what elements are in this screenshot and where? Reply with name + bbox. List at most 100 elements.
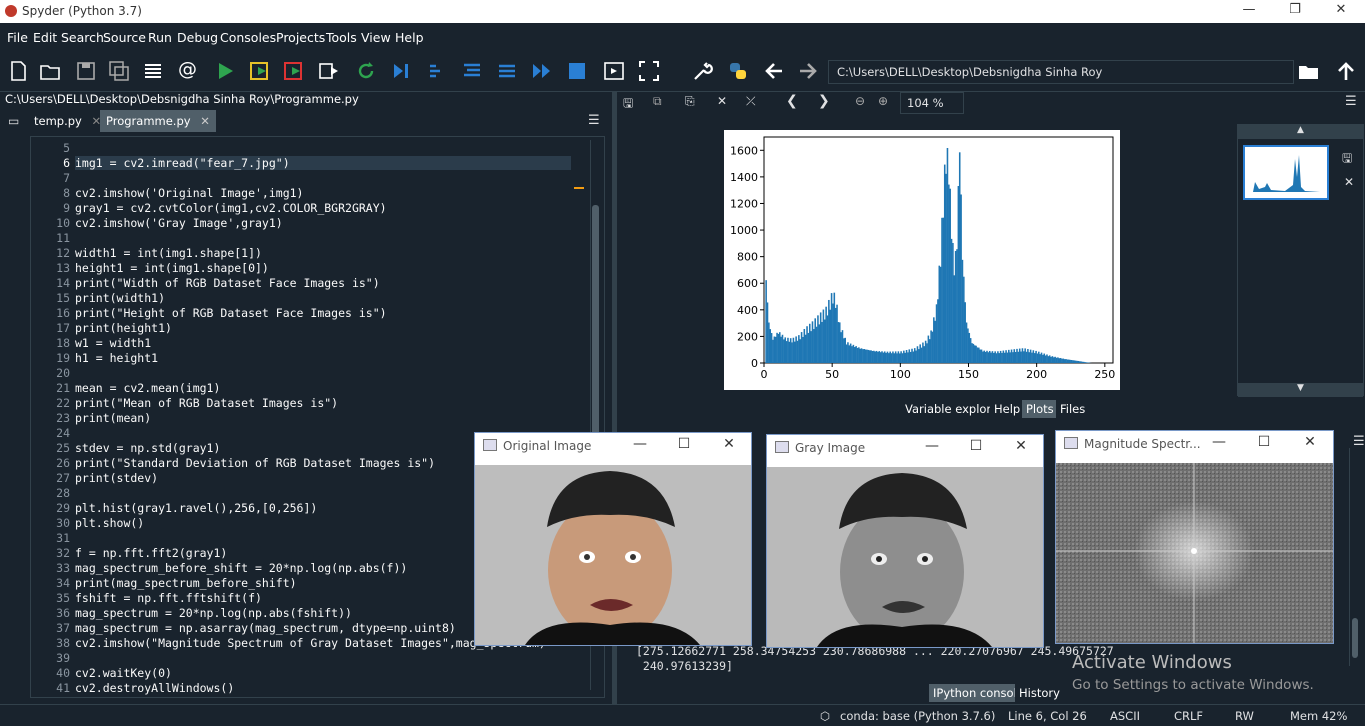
- close-button[interactable]: ✕: [719, 436, 739, 452]
- run-cell-icon[interactable]: [249, 60, 271, 82]
- continue-icon[interactable]: [531, 60, 553, 82]
- code-line: h1 = height1: [75, 351, 159, 365]
- status-permissions: RW: [1235, 709, 1254, 723]
- run-selection-icon[interactable]: [318, 60, 340, 82]
- maximize-button[interactable]: ☐: [674, 436, 694, 452]
- histogram-bar: [864, 349, 867, 363]
- line-number: 41: [56, 681, 70, 695]
- histogram-bar: [984, 351, 987, 363]
- open-folder-icon[interactable]: [39, 60, 61, 82]
- back-arrow-icon[interactable]: [763, 60, 785, 82]
- run-cell-advance-icon[interactable]: [283, 60, 305, 82]
- previous-plot-icon[interactable]: ❮: [786, 93, 798, 109]
- remove-plot-icon[interactable]: ✕: [717, 94, 727, 108]
- line-number: 8: [63, 186, 70, 200]
- save-icon[interactable]: [75, 60, 97, 82]
- scroll-up-icon[interactable]: ▲: [1238, 125, 1363, 139]
- histogram-bar: [1078, 361, 1081, 363]
- editor-options-icon[interactable]: ☰: [588, 113, 600, 128]
- next-plot-icon[interactable]: ❯: [818, 93, 830, 109]
- tab-plots[interactable]: Plots: [1022, 400, 1058, 418]
- new-file-icon[interactable]: [7, 60, 29, 82]
- stop-icon[interactable]: [566, 60, 588, 82]
- tab-files[interactable]: Files: [1056, 400, 1090, 418]
- close-button[interactable]: ✕: [1326, 2, 1356, 20]
- console-options-icon[interactable]: ☰: [1353, 434, 1365, 449]
- histogram-bar: [800, 332, 803, 363]
- menu-run[interactable]: Run: [148, 30, 172, 45]
- working-directory-input[interactable]: C:\Users\DELL\Desktop\Debsnigdha Sinha R…: [828, 60, 1294, 84]
- tab-temp-py[interactable]: temp.py ✕: [28, 110, 108, 132]
- maximize-pane-icon[interactable]: [603, 60, 625, 82]
- histogram-bar: [822, 309, 825, 363]
- step-into-icon[interactable]: [461, 60, 483, 82]
- menu-search[interactable]: Search: [61, 30, 104, 45]
- menu-file[interactable]: File: [7, 30, 28, 45]
- save-all-plots-icon[interactable]: ⧉: [653, 94, 662, 109]
- close-button[interactable]: ✕: [1300, 434, 1320, 450]
- zoom-out-icon[interactable]: ⊖: [855, 94, 865, 108]
- python-path-icon[interactable]: [727, 60, 749, 82]
- tab-help[interactable]: Help: [990, 400, 1025, 418]
- histogram-bar: [999, 350, 1002, 363]
- close-tab-icon[interactable]: ✕: [200, 114, 210, 128]
- magnitude-spectrum-window[interactable]: Magnitude Spectr... — ☐ ✕: [1055, 430, 1334, 644]
- remove-thumbnail-icon[interactable]: ✕: [1344, 175, 1354, 189]
- run-icon[interactable]: [214, 60, 236, 82]
- menu-help[interactable]: Help: [395, 30, 424, 45]
- menu-projects[interactable]: Projects: [276, 30, 325, 45]
- x-tick-label: 250: [1094, 368, 1115, 381]
- menu-consoles[interactable]: Consoles: [220, 30, 276, 45]
- original-image-window[interactable]: Original Image — ☐ ✕: [474, 432, 752, 646]
- plots-options-icon[interactable]: ☰: [1345, 94, 1357, 109]
- gray-image-window[interactable]: Gray Image — ☐ ✕: [766, 434, 1044, 648]
- menu-tools[interactable]: Tools: [326, 30, 357, 45]
- console-scrollbar[interactable]: [1349, 448, 1359, 666]
- menu-source[interactable]: Source: [103, 30, 146, 45]
- menu-view[interactable]: View: [361, 30, 391, 45]
- tab-programme-py[interactable]: Programme.py ✕: [100, 110, 216, 132]
- minimize-button[interactable]: —: [1234, 2, 1264, 20]
- x-tick-label: 200: [1026, 368, 1047, 381]
- at-icon[interactable]: @: [178, 58, 200, 80]
- rerun-icon[interactable]: [355, 60, 377, 82]
- save-thumbnail-icon[interactable]: 🖫: [1342, 149, 1352, 170]
- minimize-button[interactable]: —: [1209, 434, 1229, 450]
- step-icon[interactable]: [426, 60, 448, 82]
- step-return-icon[interactable]: [496, 60, 518, 82]
- maximize-button[interactable]: ☐: [966, 438, 986, 454]
- histogram-bar: [980, 349, 983, 363]
- menu-edit[interactable]: Edit: [33, 30, 57, 45]
- wrench-icon[interactable]: [692, 60, 714, 82]
- minimize-button[interactable]: —: [922, 438, 942, 454]
- tab-history[interactable]: History: [1015, 684, 1064, 702]
- save-plot-icon[interactable]: 🖫: [623, 94, 633, 115]
- histogram-bar: [1061, 358, 1063, 363]
- browse-tabs-icon[interactable]: ▭: [8, 114, 19, 128]
- histogram-bar: [894, 351, 897, 363]
- histogram-bar: [875, 350, 878, 363]
- debug-icon[interactable]: [390, 60, 412, 82]
- parent-dir-icon[interactable]: [1335, 60, 1357, 82]
- forward-arrow-icon[interactable]: [797, 60, 819, 82]
- fullscreen-icon[interactable]: [638, 60, 660, 82]
- browse-folder-icon[interactable]: [1298, 60, 1320, 82]
- zoom-level-input[interactable]: 104 %: [900, 92, 964, 114]
- maximize-button[interactable]: ❐: [1280, 2, 1310, 20]
- histogram-bar: [1048, 355, 1051, 363]
- list-icon[interactable]: [142, 60, 164, 82]
- zoom-in-icon[interactable]: ⊕: [878, 94, 888, 108]
- copy-plot-icon[interactable]: ⎘: [685, 94, 695, 109]
- histogram-bar: [1021, 348, 1024, 363]
- window-title: Spyder (Python 3.7): [22, 4, 142, 18]
- scroll-down-icon[interactable]: ▼: [1238, 383, 1363, 397]
- histogram-bar: [817, 315, 819, 363]
- maximize-button[interactable]: ☐: [1254, 434, 1274, 450]
- plot-thumbnail[interactable]: [1243, 145, 1329, 200]
- save-all-icon[interactable]: [108, 60, 130, 82]
- minimize-button[interactable]: —: [630, 436, 650, 452]
- remove-all-plots-icon[interactable]: ⤫: [746, 94, 756, 109]
- tab-ipython-console[interactable]: IPython console: [929, 684, 1028, 702]
- menu-debug[interactable]: Debug: [177, 30, 218, 45]
- close-button[interactable]: ✕: [1011, 438, 1031, 454]
